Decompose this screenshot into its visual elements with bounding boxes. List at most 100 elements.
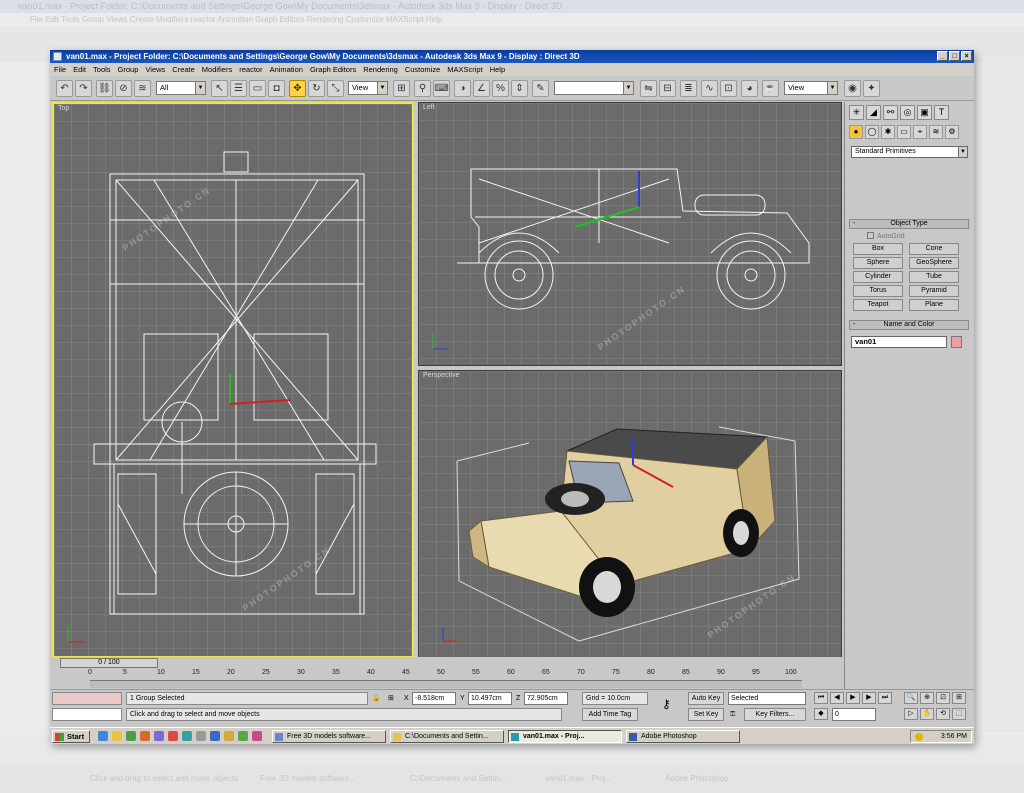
keyboard-shortcut-icon[interactable]: ⌨ — [433, 80, 450, 97]
taskbar-item[interactable]: C:\Documents and Settin... — [390, 730, 504, 743]
selection-filter-dropdown[interactable]: All ▼ — [156, 81, 206, 95]
close-button[interactable]: × — [961, 51, 972, 61]
menu-views[interactable]: Views — [145, 65, 165, 74]
maximize-viewport-icon[interactable]: ⬚ — [952, 708, 966, 720]
modify-tab-icon[interactable]: ◢ — [866, 105, 881, 120]
go-to-end-icon[interactable]: ⏭ — [878, 692, 892, 704]
x-coordinate-field[interactable]: -8.518cm — [412, 692, 456, 705]
named-selection-sets-dropdown[interactable]: ▼ — [554, 81, 634, 95]
menu-help[interactable]: Help — [490, 65, 505, 74]
box-button[interactable]: Box — [853, 243, 903, 255]
menu-reactor[interactable]: reactor — [239, 65, 262, 74]
layer-manager-icon[interactable]: ≣ — [680, 80, 697, 97]
plane-button[interactable]: Plane — [909, 299, 959, 311]
zoom-icon[interactable]: 🔍 — [904, 692, 918, 704]
name-color-rollout[interactable]: - Name and Color — [849, 320, 969, 330]
maxscript-listener-box[interactable] — [52, 692, 122, 705]
menu-group[interactable]: Group — [118, 65, 139, 74]
schematic-view-icon[interactable]: ⊡ — [720, 80, 737, 97]
taskbar-item[interactable]: Adobe Photoshop — [626, 730, 740, 743]
select-and-scale-icon[interactable]: ⤡ — [327, 80, 344, 97]
auto-key-button[interactable]: Auto Key — [688, 692, 724, 705]
z-coordinate-field[interactable]: 72.905cm — [524, 692, 568, 705]
field-of-view-icon[interactable]: ▷ — [904, 708, 918, 720]
app-icon[interactable] — [238, 731, 248, 741]
align-icon[interactable]: ⊟ — [659, 80, 676, 97]
add-time-tag-button[interactable]: Add Time Tag — [582, 708, 638, 721]
select-and-move-icon[interactable]: ✥ — [289, 80, 306, 97]
activeshade-icon[interactable]: ✦ — [863, 80, 880, 97]
app-icon[interactable] — [168, 731, 178, 741]
systems-icon[interactable]: ⚙ — [945, 125, 959, 139]
menu-graph-editors[interactable]: Graph Editors — [310, 65, 356, 74]
minimize-button[interactable]: _ — [937, 51, 948, 61]
menu-animation[interactable]: Animation — [270, 65, 303, 74]
geometry-icon[interactable]: ● — [849, 125, 863, 139]
object-type-rollout[interactable]: - Object Type — [849, 219, 969, 229]
menu-modifiers[interactable]: Modifiers — [202, 65, 232, 74]
time-slider[interactable]: 0 / 100 — [60, 658, 158, 668]
viewport-left[interactable]: Left PHOTOPHOTO.CN — [418, 102, 842, 366]
cone-button[interactable]: Cone — [909, 243, 959, 255]
object-color-swatch[interactable] — [951, 336, 962, 348]
material-editor-icon[interactable]: ◕ — [741, 80, 758, 97]
desktop-icon[interactable] — [126, 731, 136, 741]
create-tab-icon[interactable]: ✳ — [849, 105, 864, 120]
app-icon[interactable] — [196, 731, 206, 741]
space-warps-icon[interactable]: ≋ — [929, 125, 943, 139]
next-frame-icon[interactable]: ▶ — [862, 692, 876, 704]
autogrid-checkbox[interactable]: AutoGrid — [867, 232, 905, 240]
zoom-extents-all-icon[interactable]: ⊞ — [952, 692, 966, 704]
curve-editor-icon[interactable]: ∿ — [701, 80, 718, 97]
menu-rendering[interactable]: Rendering — [363, 65, 398, 74]
key-icon[interactable]: ⚿ — [730, 708, 735, 721]
menu-file[interactable]: File — [54, 65, 66, 74]
sphere-button[interactable]: Sphere — [853, 257, 903, 269]
menu-tools[interactable]: Tools — [93, 65, 111, 74]
pyramid-button[interactable]: Pyramid — [909, 285, 959, 297]
shapes-icon[interactable]: ◯ — [865, 125, 879, 139]
tray-icon[interactable] — [915, 733, 923, 741]
absolute-mode-icon[interactable]: ⊞ — [388, 692, 394, 705]
teapot-button[interactable]: Teapot — [853, 299, 903, 311]
media-icon[interactable] — [140, 731, 150, 741]
bind-space-warp-icon[interactable]: ≋ — [134, 80, 151, 97]
lock-icon[interactable]: 🔒 — [372, 692, 381, 705]
app-icon[interactable] — [182, 731, 192, 741]
folder-icon[interactable] — [112, 731, 122, 741]
reference-coordinate-dropdown[interactable]: View ▼ — [348, 81, 388, 95]
percent-snap-icon[interactable]: % — [492, 80, 509, 97]
window-crossing-icon[interactable]: ◘ — [268, 80, 285, 97]
pan-icon[interactable]: ✋ — [920, 708, 934, 720]
maxscript-input-box[interactable] — [52, 708, 122, 721]
snap-toggle-icon[interactable]: ◑ — [454, 80, 471, 97]
render-type-dropdown[interactable]: View ▼ — [784, 81, 838, 95]
geosphere-button[interactable]: GeoSphere — [909, 257, 959, 269]
torus-button[interactable]: Torus — [853, 285, 903, 297]
menu-create[interactable]: Create — [172, 65, 195, 74]
primitive-category-dropdown[interactable]: Standard Primitives ▼ — [851, 146, 968, 158]
quick-render-icon[interactable]: ◉ — [844, 80, 861, 97]
orbit-icon[interactable]: ⟲ — [936, 708, 950, 720]
zoom-extents-icon[interactable]: ⊡ — [936, 692, 950, 704]
ie-icon[interactable] — [98, 731, 108, 741]
select-and-rotate-icon[interactable]: ↻ — [308, 80, 325, 97]
menu-customize[interactable]: Customize — [405, 65, 440, 74]
taskbar-item-active[interactable]: van01.max - Proj... — [508, 730, 622, 743]
mirror-icon[interactable]: ⇋ — [640, 80, 657, 97]
cameras-icon[interactable]: ▭ — [897, 125, 911, 139]
zoom-all-icon[interactable]: ⊕ — [920, 692, 934, 704]
app-icon[interactable] — [154, 731, 164, 741]
key-filters-button[interactable]: Key Filters... — [744, 708, 806, 721]
rectangular-selection-icon[interactable]: ▭ — [249, 80, 266, 97]
menu-maxscript[interactable]: MAXScript — [447, 65, 482, 74]
object-name-field[interactable]: van01 — [851, 336, 947, 348]
start-button[interactable]: Start — [52, 730, 90, 743]
viewport-label-top[interactable]: Top — [58, 105, 69, 112]
render-scene-icon[interactable]: ☕ — [762, 80, 779, 97]
key-filter-selected-dropdown[interactable]: Selected — [728, 692, 806, 705]
helpers-icon[interactable]: ⌖ — [913, 125, 927, 139]
set-key-button[interactable]: Set Key — [688, 708, 724, 721]
display-tab-icon[interactable]: ▣ — [917, 105, 932, 120]
tube-button[interactable]: Tube — [909, 271, 959, 283]
